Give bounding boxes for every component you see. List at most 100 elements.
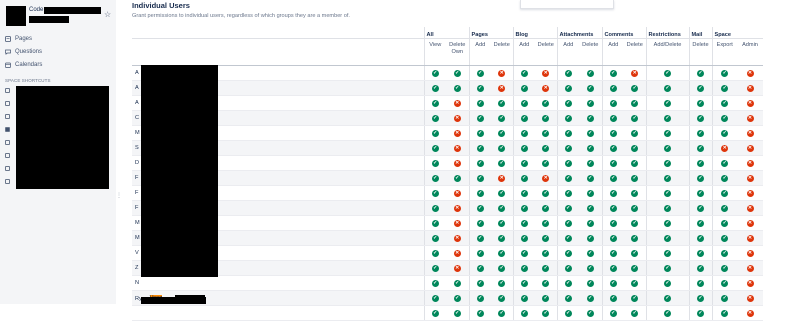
permission-cell[interactable]: ✓ [711, 230, 737, 246]
permission-cell[interactable]: ✓ [711, 200, 737, 216]
permission-cell[interactable]: ✓ [423, 200, 446, 216]
permission-cell[interactable]: ✓ [711, 305, 737, 321]
permission-cell[interactable]: ✓ [556, 230, 579, 246]
permission-cell[interactable]: ✓ [446, 80, 469, 96]
permission-cell[interactable]: ✓ [688, 95, 712, 111]
permission-cell[interactable]: ✓ [711, 80, 737, 96]
permission-cell[interactable]: ✓ [556, 200, 579, 216]
permission-cell[interactable]: ✕ [446, 230, 469, 246]
permission-cell[interactable]: ✓ [535, 290, 557, 306]
permission-cell[interactable]: ✓ [601, 275, 624, 291]
permission-cell[interactable]: ✕ [446, 110, 469, 126]
permission-cell[interactable]: ✕ [737, 305, 763, 321]
permission-cell[interactable]: ✓ [556, 110, 579, 126]
permission-cell[interactable]: ✓ [535, 260, 557, 276]
shortcut-page-icon[interactable] [5, 179, 10, 184]
permission-cell[interactable]: ✓ [491, 260, 513, 276]
permission-cell[interactable]: ✓ [645, 215, 689, 231]
permission-cell[interactable]: ✕ [737, 125, 763, 141]
permission-cell[interactable]: ✓ [579, 215, 602, 231]
permission-cell[interactable]: ✓ [556, 155, 579, 171]
permission-cell[interactable]: ✕ [737, 80, 763, 96]
permission-cell[interactable]: ✓ [512, 170, 535, 186]
shortcut-page-icon[interactable] [5, 101, 10, 106]
permission-cell[interactable]: ✓ [688, 305, 712, 321]
permission-cell[interactable]: ✓ [624, 80, 646, 96]
permission-cell[interactable]: ✕ [624, 65, 646, 81]
permission-cell[interactable]: ✓ [711, 290, 737, 306]
permission-cell[interactable]: ✓ [601, 125, 624, 141]
permission-cell[interactable]: ✓ [468, 110, 491, 126]
permission-cell[interactable]: ✓ [535, 140, 557, 156]
permission-cell[interactable]: ✓ [556, 140, 579, 156]
permission-cell[interactable]: ✓ [579, 155, 602, 171]
permission-cell[interactable]: ✓ [423, 65, 446, 81]
permission-cell[interactable]: ✓ [711, 125, 737, 141]
permission-cell[interactable]: ✓ [688, 65, 712, 81]
permission-cell[interactable]: ✓ [423, 245, 446, 261]
permission-cell[interactable]: ✓ [468, 245, 491, 261]
permission-cell[interactable]: ✓ [688, 140, 712, 156]
permission-cell[interactable]: ✓ [624, 245, 646, 261]
permission-cell[interactable]: ✓ [491, 305, 513, 321]
permission-cell[interactable]: ✓ [446, 290, 469, 306]
permission-cell[interactable]: ✓ [535, 155, 557, 171]
permission-cell[interactable]: ✓ [688, 260, 712, 276]
permission-cell[interactable]: ✓ [579, 80, 602, 96]
permission-cell[interactable]: ✕ [446, 200, 469, 216]
permission-cell[interactable]: ✓ [512, 95, 535, 111]
shortcut-page-icon[interactable] [5, 114, 10, 119]
permission-cell[interactable]: ✓ [491, 245, 513, 261]
permission-cell[interactable]: ✓ [512, 245, 535, 261]
permission-cell[interactable]: ✓ [601, 80, 624, 96]
space-logo[interactable] [6, 6, 26, 26]
permission-cell[interactable]: ✓ [491, 290, 513, 306]
permission-cell[interactable]: ✓ [601, 215, 624, 231]
permission-cell[interactable]: ✓ [711, 245, 737, 261]
permission-cell[interactable]: ✓ [468, 215, 491, 231]
permission-cell[interactable]: ✓ [423, 95, 446, 111]
permission-cell[interactable]: ✓ [491, 275, 513, 291]
permission-cell[interactable]: ✓ [711, 170, 737, 186]
permission-cell[interactable]: ✓ [556, 245, 579, 261]
permission-cell[interactable]: ✓ [579, 305, 602, 321]
permission-cell[interactable]: ✓ [423, 290, 446, 306]
permission-cell[interactable]: ✓ [468, 155, 491, 171]
permission-cell[interactable]: ✕ [737, 155, 763, 171]
permission-cell[interactable]: ✓ [601, 110, 624, 126]
permission-cell[interactable]: ✓ [711, 185, 737, 201]
permission-cell[interactable]: ✕ [737, 65, 763, 81]
permission-cell[interactable]: ✓ [624, 230, 646, 246]
permission-cell[interactable]: ✓ [645, 290, 689, 306]
permission-cell[interactable]: ✓ [535, 185, 557, 201]
permission-cell[interactable]: ✓ [556, 125, 579, 141]
permission-cell[interactable]: ✓ [624, 170, 646, 186]
permission-cell[interactable]: ✓ [601, 305, 624, 321]
permission-cell[interactable]: ✓ [556, 215, 579, 231]
permission-cell[interactable]: ✓ [601, 65, 624, 81]
permission-cell[interactable]: ✓ [601, 260, 624, 276]
permission-cell[interactable]: ✓ [688, 80, 712, 96]
permission-cell[interactable]: ✓ [512, 65, 535, 81]
permission-cell[interactable]: ✓ [512, 305, 535, 321]
permission-cell[interactable]: ✓ [688, 125, 712, 141]
permission-cell[interactable]: ✓ [579, 125, 602, 141]
permission-cell[interactable]: ✓ [601, 290, 624, 306]
permission-cell[interactable]: ✓ [601, 245, 624, 261]
permission-cell[interactable]: ✕ [535, 80, 557, 96]
permission-cell[interactable]: ✕ [491, 170, 513, 186]
permission-cell[interactable]: ✓ [468, 185, 491, 201]
permission-cell[interactable]: ✓ [688, 155, 712, 171]
permission-cell[interactable]: ✓ [468, 140, 491, 156]
permission-cell[interactable]: ✓ [624, 95, 646, 111]
permission-cell[interactable]: ✓ [468, 260, 491, 276]
permission-cell[interactable]: ✕ [737, 260, 763, 276]
permission-cell[interactable]: ✓ [535, 95, 557, 111]
permission-cell[interactable]: ✓ [579, 260, 602, 276]
permission-cell[interactable]: ✓ [446, 305, 469, 321]
permission-cell[interactable]: ✓ [601, 200, 624, 216]
permission-cell[interactable]: ✓ [711, 260, 737, 276]
permission-cell[interactable]: ✓ [556, 275, 579, 291]
permission-cell[interactable]: ✓ [624, 185, 646, 201]
permission-cell[interactable]: ✕ [737, 110, 763, 126]
